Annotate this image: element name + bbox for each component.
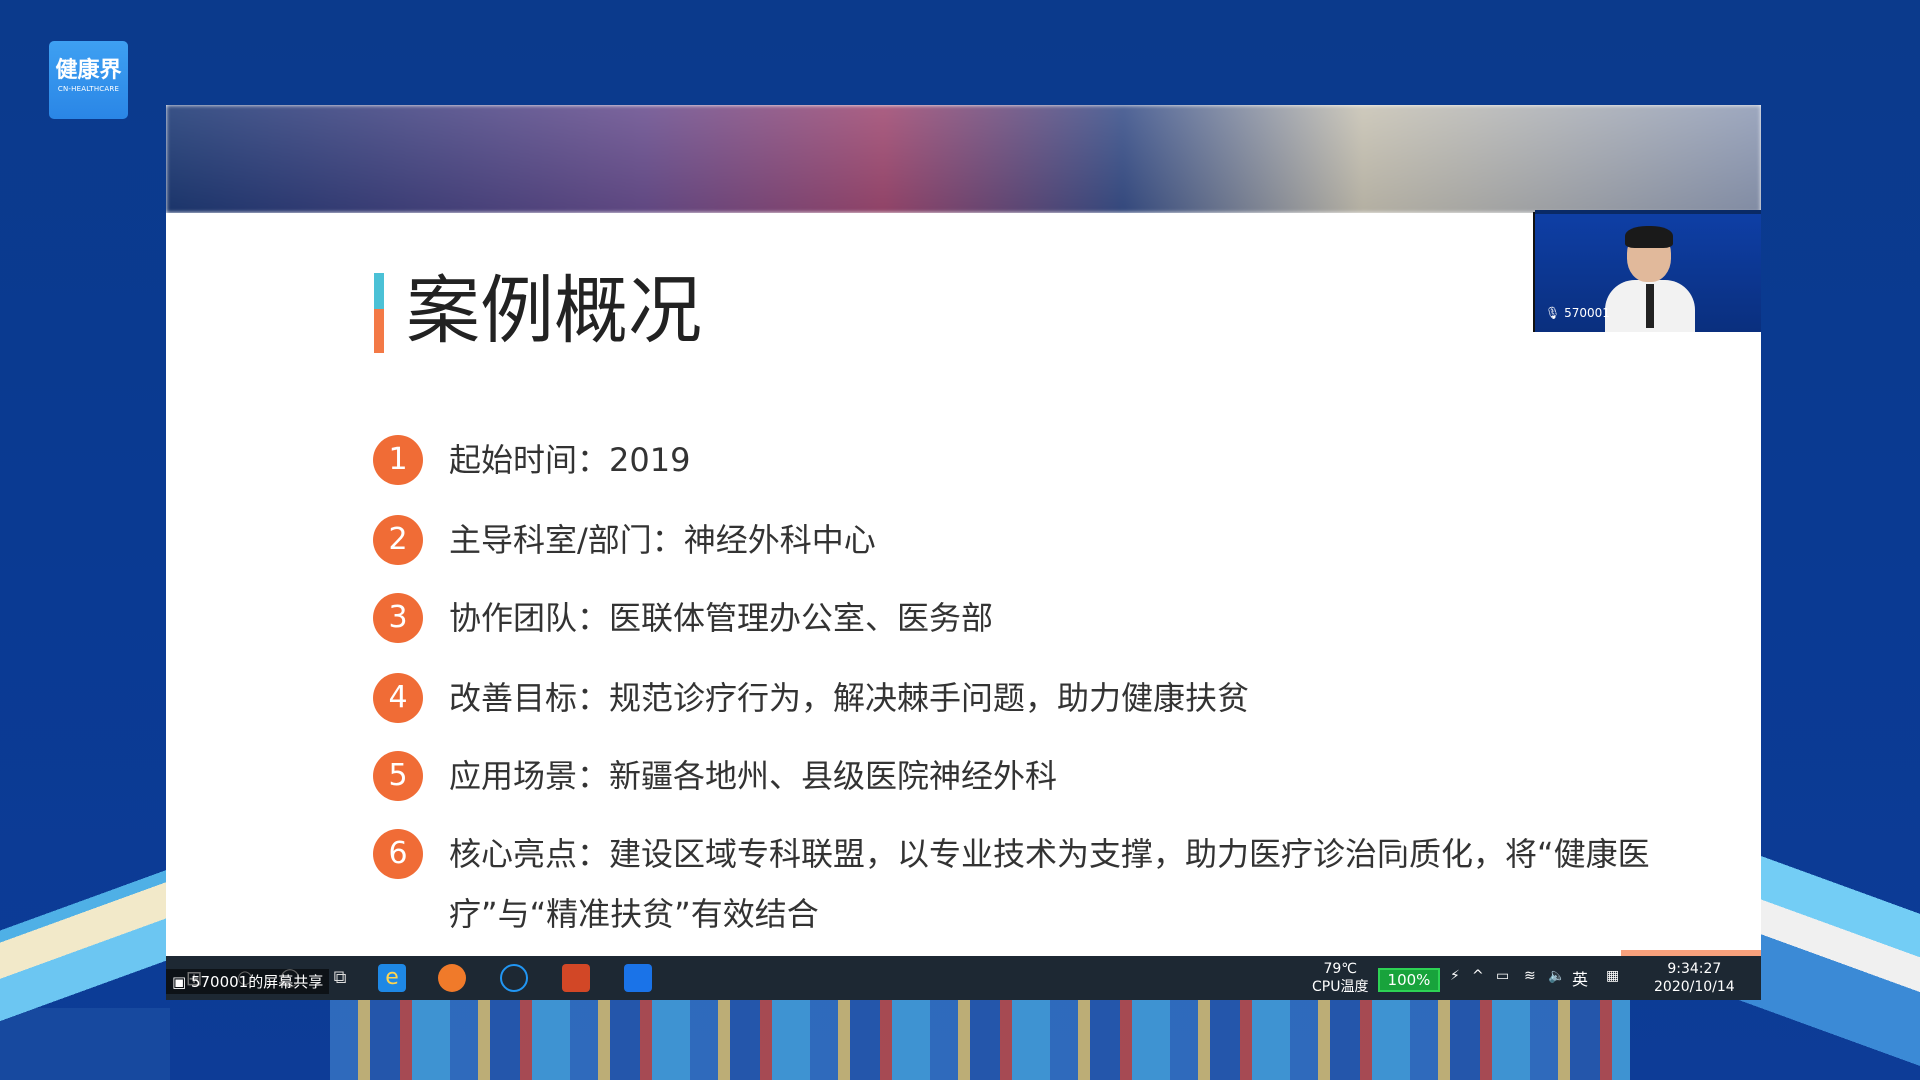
- system-clock[interactable]: 9:34:27 2020/10/14: [1654, 960, 1735, 996]
- decorative-city-bottom: [330, 990, 1630, 1080]
- chevron-up-icon[interactable]: ^: [1472, 968, 1484, 984]
- item-text: 主导科室/部门：神经外科中心: [449, 521, 876, 559]
- blurred-header-banner: [166, 105, 1761, 213]
- clock-date: 2020/10/14: [1654, 979, 1735, 995]
- item-number-badge: 6: [373, 829, 423, 879]
- video-top-edge: [1535, 210, 1761, 214]
- browser-icon[interactable]: [438, 964, 466, 992]
- item-number-badge: 3: [373, 593, 423, 643]
- screen-share-text: 570001的屏幕共享: [190, 973, 324, 991]
- power-plug-icon: ⚡: [1450, 968, 1460, 984]
- speaker-video-thumbnail[interactable]: 🎙 570001: [1533, 210, 1761, 332]
- item-number-badge: 1: [373, 435, 423, 485]
- powerpoint-icon[interactable]: [562, 964, 590, 992]
- item-text: 改善目标：规范诊疗行为，解决棘手问题，助力健康扶贫: [449, 679, 1250, 717]
- cpu-temperature: 79℃ CPU温度: [1312, 960, 1368, 996]
- speaker-hair: [1625, 226, 1673, 248]
- speaker-tie: [1646, 284, 1654, 328]
- decorative-city-left: [0, 840, 170, 1080]
- video-user-id: 570001: [1564, 306, 1610, 320]
- share-screen-icon: ▣: [172, 973, 187, 991]
- cpu-temp-value: 79℃: [1323, 961, 1357, 977]
- item-number-badge: 5: [373, 751, 423, 801]
- cpu-temp-label: CPU温度: [1312, 979, 1369, 995]
- microphone-icon: 🎙: [1545, 306, 1561, 320]
- item-text: 起始时间：2019: [449, 441, 691, 479]
- item-text: 核心亮点：建设区域专科联盟，以专业技术为支撑，助力医疗诊治同质化，将“健康医疗”…: [449, 835, 1650, 933]
- title-accent-bar: [374, 273, 384, 353]
- presentation-slide: 案例概况 1 起始时间：2019 2 主导科室/部门：神经外科中心 3 协作团队…: [166, 213, 1761, 958]
- clock-app-icon[interactable]: [500, 964, 528, 992]
- slide-title: 案例概况: [406, 268, 702, 354]
- brand-sub: CN-HEALTHCARE: [57, 85, 120, 93]
- input-method-icon[interactable]: ▦: [1606, 968, 1619, 984]
- item-number-badge: 4: [373, 673, 423, 723]
- brand-name: 健康界: [55, 58, 122, 83]
- brand-logo: 健康界 CN-HEALTHCARE: [49, 41, 128, 119]
- meeting-app-icon[interactable]: [624, 964, 652, 992]
- battery-icon[interactable]: ▭: [1496, 968, 1509, 984]
- shared-screen: 案例概况 1 起始时间：2019 2 主导科室/部门：神经外科中心 3 协作团队…: [166, 105, 1761, 1000]
- video-user-tag: 🎙 570001: [1545, 306, 1610, 320]
- item-text: 协作团队：医联体管理办公室、医务部: [449, 599, 994, 637]
- windows-taskbar: ⊞ ○ ◯ ⧉ e ▣ 570001的屏幕共享 79℃ CPU温度 100% ⚡…: [166, 956, 1761, 1000]
- volume-icon[interactable]: 🔈: [1548, 968, 1565, 984]
- wifi-icon[interactable]: ≋: [1524, 968, 1536, 984]
- item-text: 应用场景：新疆各地州、县级医院神经外科: [449, 757, 1058, 795]
- task-view-icon[interactable]: ⧉: [326, 964, 354, 992]
- internet-explorer-icon[interactable]: e: [378, 964, 406, 992]
- battery-indicator[interactable]: 100%: [1378, 968, 1440, 992]
- item-number-badge: 2: [373, 515, 423, 565]
- clock-time: 9:34:27: [1667, 961, 1722, 977]
- screen-share-label: ▣ 570001的屏幕共享: [166, 969, 330, 994]
- ime-language[interactable]: 英: [1572, 966, 1588, 990]
